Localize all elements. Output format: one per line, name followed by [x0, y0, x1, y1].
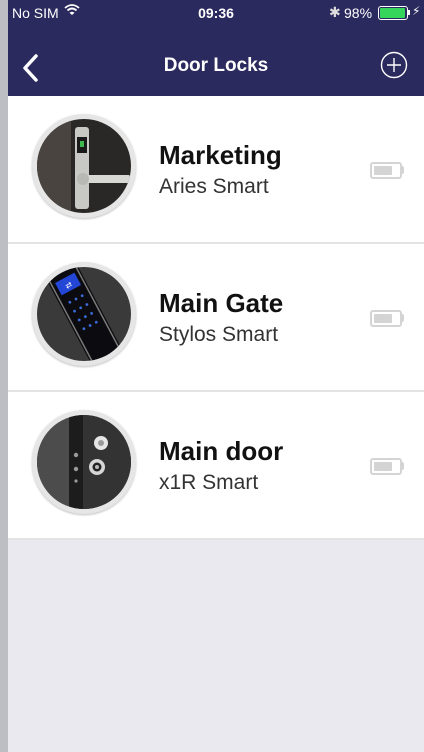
add-lock-button[interactable] [380, 51, 408, 79]
battery-icon [370, 458, 402, 475]
battery-fill [374, 462, 392, 471]
battery-tip [401, 462, 404, 470]
battery-tip [401, 166, 404, 174]
list-item[interactable]: Marketing Aries Smart [8, 96, 424, 244]
lock-model: Aries Smart [159, 175, 269, 198]
charging-icon: ⚡ [412, 4, 421, 18]
battery-icon [370, 162, 402, 179]
lock-name: Marketing [159, 140, 282, 170]
battery-fill [374, 166, 392, 175]
bluetooth-icon: ✱ [329, 4, 341, 20]
lock-name: Main Gate [159, 288, 284, 318]
lock-image-lever-handle [32, 114, 136, 218]
battery-tip [401, 314, 404, 322]
battery-icon [370, 310, 402, 327]
lock-list: Marketing Aries Smart ⇄ Main Gate Stylos… [8, 96, 424, 540]
lock-model: x1R Smart [159, 471, 259, 494]
battery-percent: 98% [344, 5, 373, 21]
status-bar: No SIM 09:36 ✱ 98% ⚡ [8, 0, 424, 26]
app-header: No SIM 09:36 ✱ 98% ⚡ Door Locks [8, 0, 424, 96]
battery-fill [380, 8, 405, 18]
lock-image-door-edge [32, 410, 136, 514]
list-item[interactable]: Main door x1R Smart [8, 392, 424, 540]
page-title: Door Locks [163, 55, 269, 76]
battery-tip [408, 10, 410, 15]
lock-model: Stylos Smart [159, 323, 279, 346]
battery-fill [374, 314, 392, 323]
lock-name: Main door [159, 436, 284, 466]
battery-icon [378, 6, 408, 20]
left-frame-edge [0, 0, 8, 752]
plus-circle-icon [380, 51, 408, 79]
list-item[interactable]: ⇄ Main Gate Stylos Smart [8, 244, 424, 392]
nav-bar: Door Locks [8, 40, 424, 96]
lock-image-keypad: ⇄ [32, 262, 136, 366]
